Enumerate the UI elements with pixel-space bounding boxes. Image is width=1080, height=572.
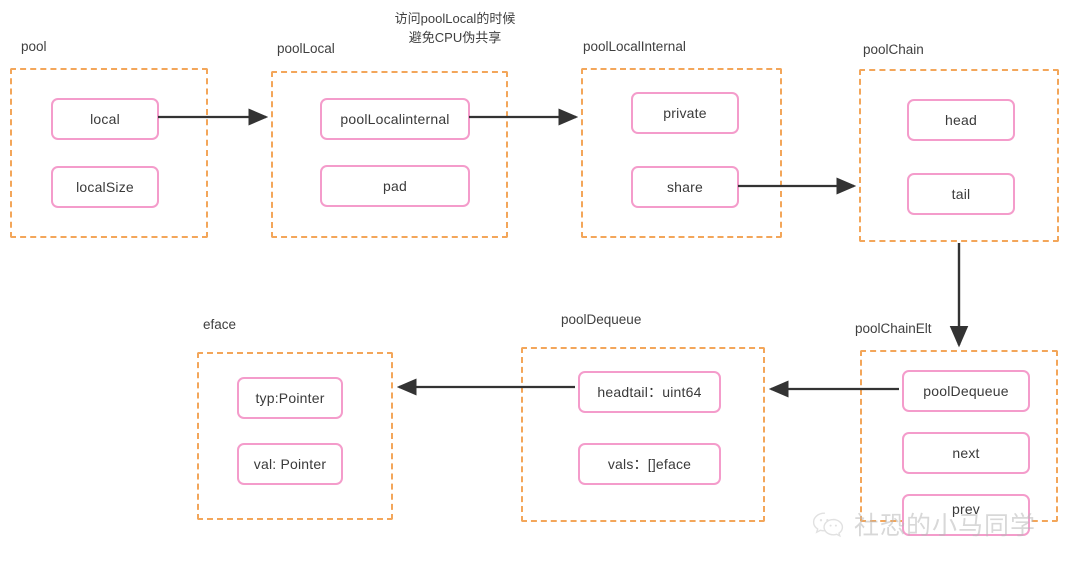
group-pool: local localSize: [10, 68, 208, 238]
group-poolchain: head tail: [859, 69, 1059, 242]
group-label-poolchainelt: poolChainElt: [855, 321, 932, 336]
diagram-canvas: 访问poolLocal的时候 避免CPU伪共享 pool local local…: [0, 0, 1080, 572]
group-label-pooldequeue: poolDequeue: [561, 312, 642, 327]
group-label-poolchain: poolChain: [863, 42, 924, 57]
field-poolchainelt-next[interactable]: next: [902, 432, 1030, 474]
field-pool-localsize[interactable]: localSize: [51, 166, 159, 208]
group-label-eface: eface: [203, 317, 237, 332]
field-poollocal-poollocalinternal[interactable]: poolLocalinternal: [320, 98, 470, 140]
field-pool-local[interactable]: local: [51, 98, 159, 140]
group-label-pool: pool: [21, 39, 47, 54]
field-poollocal-pad[interactable]: pad: [320, 165, 470, 207]
annotation-note-line2: 避免CPU伪共享: [408, 29, 502, 45]
field-poolchain-tail[interactable]: tail: [907, 173, 1015, 215]
group-label-poollocalinternal: poolLocalInternal: [583, 39, 686, 54]
group-eface: typ:Pointer val: Pointer: [197, 352, 393, 520]
annotation-note-line1: 访问poolLocal的时候: [394, 11, 516, 26]
group-poollocal: poolLocalinternal pad: [271, 71, 508, 238]
group-poolchainelt: poolDequeue next prev: [860, 350, 1058, 536]
field-poolchain-head[interactable]: head: [907, 99, 1015, 141]
field-pooldequeue-vals[interactable]: vals：[]eface: [578, 443, 721, 485]
annotation-note: 访问poolLocal的时候 避免CPU伪共享: [391, 10, 519, 48]
field-pooldequeue-headtail[interactable]: headtail：uint64: [578, 371, 721, 413]
wechat-icon: [812, 511, 846, 539]
group-poollocalinternal: private share: [581, 68, 782, 238]
field-eface-typ[interactable]: typ:Pointer: [237, 377, 343, 419]
field-poollocalinternal-private[interactable]: private: [631, 92, 739, 134]
field-poollocalinternal-share[interactable]: share: [631, 166, 739, 208]
group-label-poollocal: poolLocal: [277, 41, 335, 56]
field-poolchainelt-prev[interactable]: prev: [902, 494, 1030, 536]
field-poolchainelt-pooldequeue[interactable]: poolDequeue: [902, 370, 1030, 412]
field-eface-val[interactable]: val: Pointer: [237, 443, 343, 485]
group-pooldequeue: headtail：uint64 vals：[]eface: [521, 347, 765, 522]
